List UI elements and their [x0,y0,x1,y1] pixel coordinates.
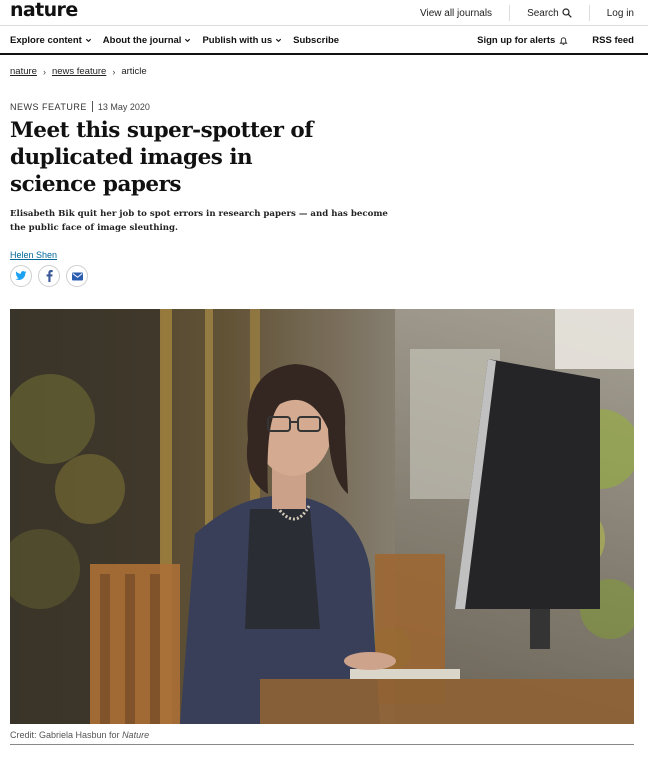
bell-icon [559,37,568,45]
chevron-down-icon [185,38,191,43]
chevron-right-icon: › [112,66,116,77]
image-caption: Credit: Gabriela Hasbun for Nature [10,730,149,740]
email-icon [71,272,83,280]
caption-divider [10,744,634,745]
search-button[interactable]: Search [509,5,572,21]
article-standfirst: Elisabeth Bik quit her job to spot error… [10,209,388,233]
main-nav: Explore content About the journal Publis… [0,27,648,55]
sign-up-alerts-button[interactable]: Sign up for alerts [477,35,568,46]
view-all-journals-link[interactable]: View all journals [403,8,492,19]
breadcrumb-home[interactable]: nature [10,66,37,77]
breadcrumb-current: article [121,66,147,77]
breadcrumb-section[interactable]: news feature [52,66,106,77]
hero-image [10,309,634,724]
nav-about-journal[interactable]: About the journal [103,35,192,46]
chevron-down-icon [85,38,91,43]
search-icon [562,8,572,18]
nature-logo[interactable]: nature [10,0,78,21]
nav-explore-label: Explore content [10,35,82,46]
nav-explore-content[interactable]: Explore content [10,35,92,46]
share-buttons [10,265,94,287]
breadcrumb: nature › news feature › article [10,66,147,77]
author-link[interactable]: Helen Shen [10,250,57,260]
article-type: NEWS FEATURE [10,101,87,112]
article-title: Meet this super-spotter of duplicated im… [10,118,314,197]
share-email-button[interactable] [66,265,88,287]
caption-publication: Nature [122,730,150,740]
nav-publish-with-us[interactable]: Publish with us [202,35,282,46]
top-links: View all journals Search Log in [403,5,634,21]
chevron-right-icon: › [42,66,46,77]
share-twitter-button[interactable] [10,265,32,287]
chevron-down-icon [276,38,282,43]
facebook-icon [46,270,53,282]
top-bar: nature View all journals Search Log in [0,0,648,26]
search-label: Search [527,7,559,19]
twitter-icon [15,271,27,280]
share-facebook-button[interactable] [38,265,60,287]
nav-subscribe[interactable]: Subscribe [293,35,339,46]
nav-publish-label: Publish with us [202,35,273,46]
rss-feed-link[interactable]: RSS feed [592,35,634,46]
caption-credit: Credit: Gabriela Hasbun for [10,730,123,740]
alerts-label: Sign up for alerts [477,35,556,46]
hero-photo-illustration [10,309,634,724]
log-in-link[interactable]: Log in [588,5,634,21]
article-date: 13 May 2020 [97,101,150,112]
nav-about-label: About the journal [102,35,182,46]
meta-divider [91,101,93,112]
article-meta: NEWS FEATURE 13 May 2020 [10,101,150,112]
